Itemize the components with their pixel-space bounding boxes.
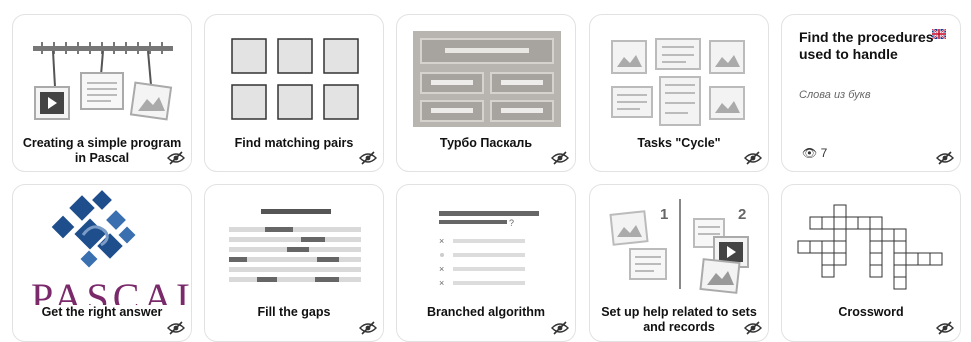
svg-text:2: 2 xyxy=(738,206,746,223)
svg-text:×: × xyxy=(439,236,444,246)
card-thumbnail xyxy=(413,31,561,127)
card-thumbnail xyxy=(33,42,173,121)
card-title: Tasks "Cycle" xyxy=(637,136,721,150)
card-title: Find matching pairs xyxy=(234,136,354,150)
activity-card-creating-program[interactable]: Creating a simple program in Pascal xyxy=(12,14,192,172)
activity-card-right-answer[interactable]: PASCAL Get the right answer xyxy=(12,184,192,342)
activity-card-sets-records[interactable]: 1 2 Set up help related to sets and reco… xyxy=(589,184,769,342)
card-title: Crossword xyxy=(838,305,904,319)
card-thumbnail xyxy=(229,209,361,282)
activity-card-branched-algorithm[interactable]: ? × × × Branched algorithm xyxy=(396,184,576,342)
activity-card-find-procedures[interactable]: Find the procedures used to handle Слова… xyxy=(781,14,961,172)
card-title: Set up help related to sets and records xyxy=(601,305,757,334)
card-title: Турбо Паскаль xyxy=(439,136,533,150)
card-title: Branched algorithm xyxy=(426,305,546,319)
card-thumbnail: PASCAL xyxy=(31,190,192,305)
card-title: Fill the gaps xyxy=(257,305,331,319)
card-title: Creating a simple program in Pascal xyxy=(22,136,182,165)
card-thumbnail: 1 2 xyxy=(609,199,749,294)
view-count: 👁 7 xyxy=(802,146,827,160)
eye-slash-icon[interactable] xyxy=(551,151,569,165)
card-thumbnail xyxy=(611,38,745,126)
eye-slash-icon[interactable] xyxy=(359,321,377,335)
activity-card-tasks-cycle[interactable]: Tasks "Cycle" xyxy=(589,14,769,172)
eye-slash-icon[interactable] xyxy=(744,151,762,165)
uk-flag-icon xyxy=(932,29,946,39)
svg-text:×: × xyxy=(439,278,444,288)
eye-slash-icon[interactable] xyxy=(744,321,762,335)
eye-slash-icon[interactable] xyxy=(167,151,185,165)
activity-card-turbo-pascal[interactable]: Турбо Паскаль xyxy=(396,14,576,172)
eye-slash-icon[interactable] xyxy=(167,321,185,335)
activity-card-fill-gaps[interactable]: Fill the gaps xyxy=(204,184,384,342)
card-subtitle: Слова из букв xyxy=(799,89,871,101)
eye-slash-icon[interactable] xyxy=(551,321,569,335)
eye-slash-icon[interactable] xyxy=(359,151,377,165)
view-count-value: 7 xyxy=(820,146,828,160)
eye-icon: 👁 xyxy=(802,146,818,160)
svg-text:?: ? xyxy=(509,218,514,228)
activity-card-find-pairs[interactable]: Find matching pairs xyxy=(204,14,384,172)
eye-slash-icon[interactable] xyxy=(936,321,954,335)
card-thumbnail xyxy=(231,38,359,120)
activity-card-crossword[interactable]: Crossword xyxy=(781,184,961,342)
card-thumbnail: ? × × × xyxy=(439,211,539,288)
card-title: Find the procedures used to handle xyxy=(799,29,934,62)
svg-text:×: × xyxy=(439,264,444,274)
svg-text:PASCAL: PASCAL xyxy=(31,275,192,305)
eye-slash-icon[interactable] xyxy=(936,151,954,165)
card-title: Get the right answer xyxy=(21,305,183,320)
card-thumbnail xyxy=(797,204,943,290)
svg-text:1: 1 xyxy=(660,206,668,223)
